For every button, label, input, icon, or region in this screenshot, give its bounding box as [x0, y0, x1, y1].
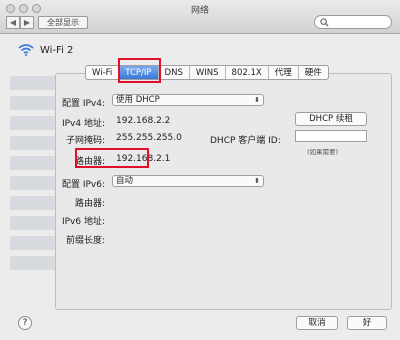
configure-ipv4-label: 配置 IPv4:: [61, 99, 105, 109]
client-id-hint: (如果需要): [307, 148, 339, 156]
forward-button[interactable]: ▶: [20, 16, 34, 29]
configure-ipv6-select[interactable]: 自动 ⬍: [112, 175, 264, 187]
configure-ipv6-label: 配置 IPv6:: [61, 180, 105, 190]
nav-buttons: ◀ ▶: [6, 16, 34, 29]
configure-ipv6-value: 自动: [116, 176, 134, 186]
configure-ipv4-value: 使用 DHCP: [116, 95, 160, 105]
network-header: Wi-Fi 2: [18, 44, 73, 56]
cancel-button[interactable]: 取消: [296, 316, 338, 330]
help-button[interactable]: ?: [18, 316, 32, 330]
tab-wifi[interactable]: Wi-Fi: [86, 66, 120, 79]
subnet-mask-label: 子网掩码:: [65, 136, 105, 146]
ipv6-router-label: 路由器:: [74, 199, 105, 209]
wifi-icon: [18, 44, 34, 56]
chevron-updown-icon: ⬍: [254, 177, 260, 185]
tab-highlight-box: [118, 58, 161, 83]
tab-dns[interactable]: DNS: [159, 66, 190, 79]
prefix-length-label: 前缀长度:: [65, 236, 105, 246]
router-highlight-box: [75, 148, 149, 168]
dhcp-client-id-label: DHCP 客户端 ID:: [210, 136, 281, 146]
ipv4-address-value: 192.168.2.2: [116, 116, 171, 126]
ok-button[interactable]: 好: [347, 316, 387, 330]
dhcp-client-id-input[interactable]: [295, 130, 367, 142]
show-all-button[interactable]: 全部显示: [38, 16, 88, 29]
configure-ipv4-select[interactable]: 使用 DHCP ⬍: [112, 94, 264, 106]
chevron-updown-icon: ⬍: [254, 96, 260, 104]
settings-panel: [55, 73, 392, 310]
title-bar: 网络 ◀ ▶ 全部显示: [0, 0, 400, 34]
tab-wins[interactable]: WINS: [190, 66, 226, 79]
dhcp-renew-button[interactable]: DHCP 续租: [295, 112, 367, 126]
ipv6-address-label: IPv6 地址:: [61, 217, 105, 227]
tab-proxy[interactable]: 代理: [269, 66, 299, 79]
subnet-mask-value: 255.255.255.0: [116, 133, 182, 143]
tab-hardware[interactable]: 硬件: [299, 66, 328, 79]
network-name: Wi-Fi 2: [40, 44, 74, 56]
back-button[interactable]: ◀: [6, 16, 20, 29]
search-field[interactable]: [314, 15, 392, 29]
tab-8021x[interactable]: 802.1X: [226, 66, 269, 79]
search-icon: [320, 18, 329, 27]
ipv4-address-label: IPv4 地址:: [61, 119, 105, 129]
